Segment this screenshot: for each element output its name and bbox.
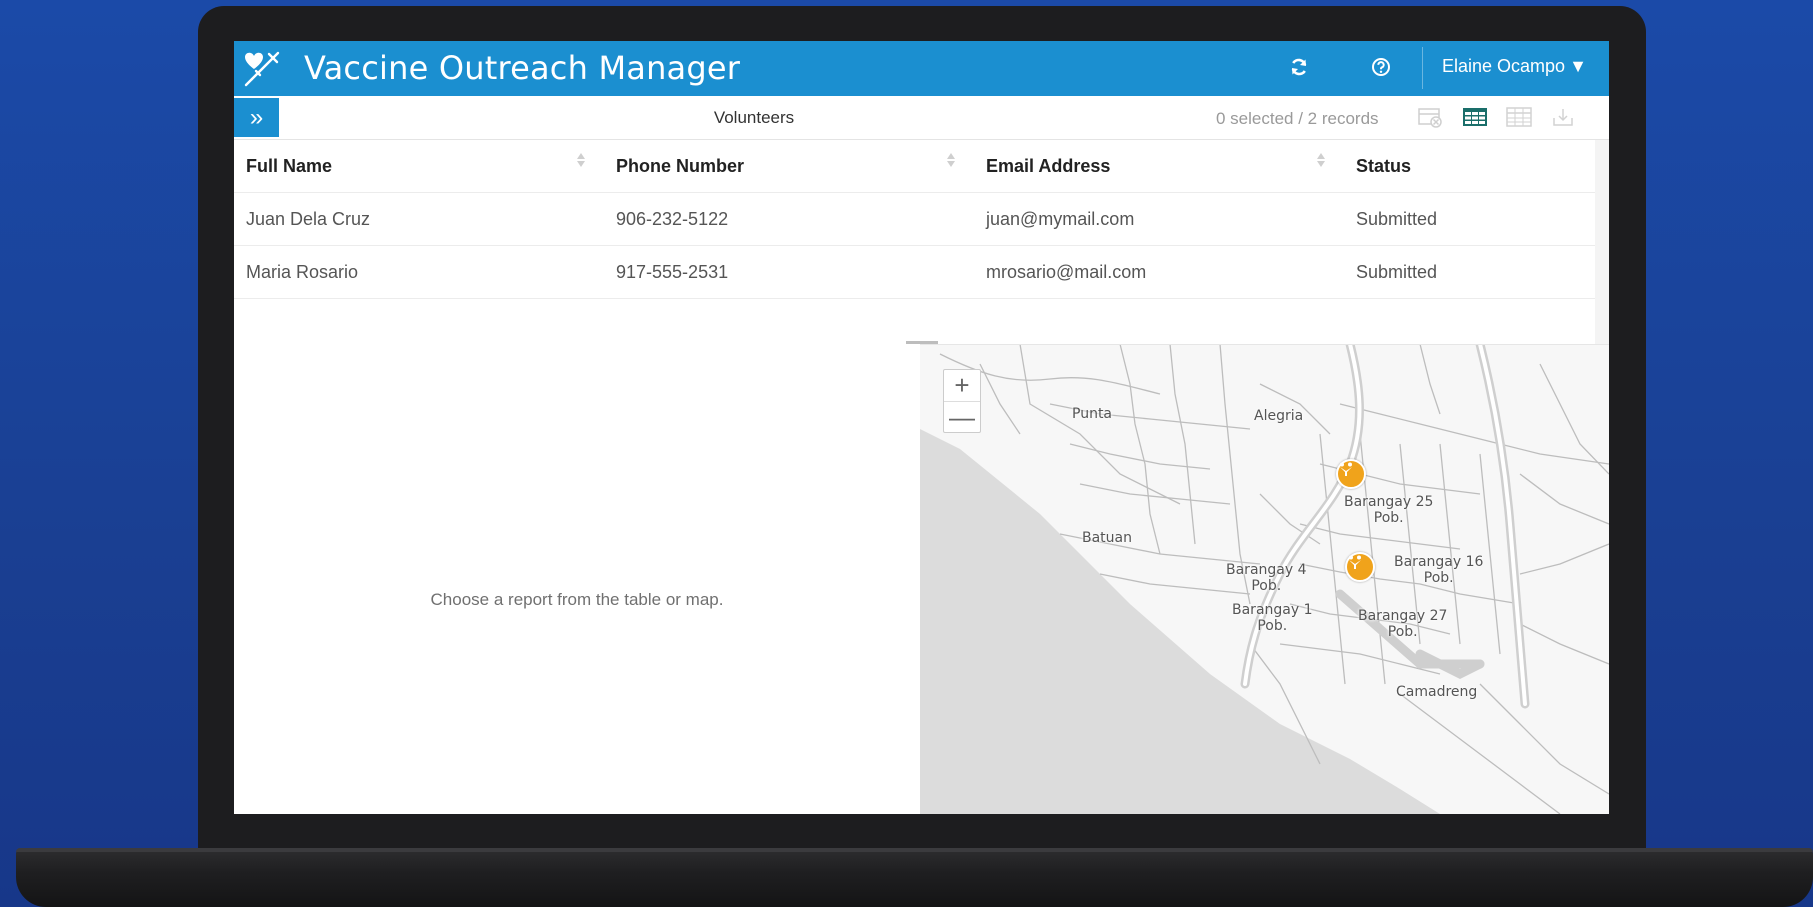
help-button[interactable] — [1368, 56, 1394, 82]
map-label-barangay-25: Barangay 25 Pob. — [1344, 494, 1434, 526]
sort-icon[interactable] — [946, 153, 956, 175]
column-header-label: Status — [1356, 156, 1412, 176]
column-header[interactable]: Phone Number — [604, 140, 974, 193]
table-row[interactable]: Maria Rosario 917-555-2531 mrosario@mail… — [234, 246, 1595, 299]
sort-icon[interactable] — [576, 153, 586, 175]
map-label-barangay-27: Barangay 27 Pob. — [1358, 608, 1448, 640]
chevron-down-icon: ▼ — [1569, 56, 1587, 76]
header-divider — [1422, 47, 1423, 89]
column-header[interactable]: Full Name — [234, 140, 604, 193]
map-label-batuan: Batuan — [1082, 530, 1132, 546]
selection-status: 0 selected / 2 records — [1216, 109, 1379, 128]
column-header-label: Full Name — [246, 156, 333, 176]
table-cell: mrosario@mail.com — [986, 262, 1147, 282]
map-label-barangay-4: Barangay 4 Pob. — [1226, 562, 1307, 594]
expand-panel-button[interactable]: » — [234, 98, 279, 137]
table-cell: Maria Rosario — [246, 262, 359, 282]
map-label-alegria: Alegria — [1254, 408, 1304, 424]
map-label-barangay-1: Barangay 1 Pob. — [1232, 602, 1313, 634]
help-icon — [1371, 57, 1391, 82]
refresh-button[interactable] — [1286, 56, 1312, 82]
detail-panel: Choose a report from the table or map. — [234, 344, 920, 814]
map-label-camadreng: Camadreng — [1396, 684, 1478, 700]
table-cell: 917-555-2531 — [616, 262, 729, 282]
map-view[interactable]: + — Punta Alegria Batuan Barangay 25 Pob… — [920, 344, 1609, 814]
column-header[interactable]: Status — [1344, 140, 1594, 193]
user-name: Elaine Ocampo — [1442, 56, 1566, 76]
map-label-barangay-16: Barangay 16 Pob. — [1394, 554, 1484, 586]
app-header: Vaccine Outreach Manager Elaine Ocampo ▼ — [234, 41, 1609, 96]
export-icon[interactable] — [1550, 106, 1576, 128]
app-title: Vaccine Outreach Manager — [304, 49, 741, 87]
report-marker[interactable] — [1345, 552, 1375, 582]
table-cell: Submitted — [1356, 262, 1438, 282]
column-header-label: Phone Number — [616, 156, 745, 176]
refresh-icon — [1289, 57, 1309, 82]
table-toolbar: » Volunteers 0 selected / 2 records — [234, 96, 1609, 140]
sort-icon[interactable] — [1316, 153, 1326, 175]
table-row[interactable]: Juan Dela Cruz 906-232-5122 juan@mymail.… — [234, 193, 1595, 246]
table-cell: 906-232-5122 — [616, 209, 729, 229]
map-label-punta: Punta — [1072, 406, 1113, 422]
attribute-table: Full Name Phone Number Email Address Sta… — [234, 140, 1609, 441]
clear-selection-icon[interactable] — [1418, 106, 1444, 128]
user-menu[interactable]: Elaine Ocampo ▼ — [1442, 56, 1587, 77]
syringe-heart-icon — [238, 45, 282, 89]
table-cell: juan@mymail.com — [986, 209, 1135, 229]
zoom-control: + — — [943, 369, 981, 433]
app-window: Vaccine Outreach Manager Elaine Ocampo ▼… — [234, 41, 1609, 814]
layer-title: Volunteers — [713, 108, 795, 127]
laptop-base — [16, 848, 1813, 907]
table-cell: Submitted — [1356, 209, 1438, 229]
column-header[interactable]: Email Address — [974, 140, 1344, 193]
table-view-icon[interactable] — [1462, 106, 1488, 128]
grid-view-icon[interactable] — [1506, 106, 1532, 128]
table-cell: Juan Dela Cruz — [246, 209, 371, 229]
table-header-row: Full Name Phone Number Email Address Sta… — [234, 140, 1595, 193]
empty-state-message: Choose a report from the table or map. — [430, 590, 724, 609]
column-header-label: Email Address — [986, 156, 1111, 176]
zoom-out-button[interactable]: — — [944, 401, 980, 432]
zoom-in-button[interactable]: + — [944, 370, 980, 401]
report-marker[interactable] — [1336, 459, 1366, 489]
